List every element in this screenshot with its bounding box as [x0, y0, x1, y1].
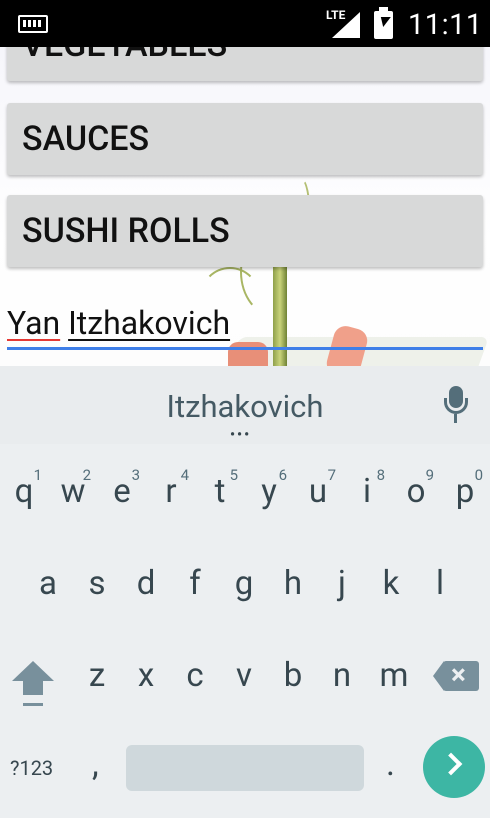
status-time: 11:11	[408, 8, 483, 42]
name-input-text: Yan Itzhakovich	[7, 304, 230, 342]
input-underline	[7, 347, 483, 350]
key-g[interactable]: g	[224, 564, 264, 603]
key-h[interactable]: h	[273, 564, 313, 603]
symbols-key[interactable]: ?123	[10, 756, 53, 780]
comma-key[interactable]: ,	[92, 744, 99, 784]
key-t[interactable]: t5	[200, 466, 240, 511]
key-m[interactable]: m	[371, 656, 417, 695]
key-n[interactable]: n	[322, 656, 362, 695]
microphone-icon[interactable]	[443, 386, 469, 426]
key-r[interactable]: r4	[151, 466, 191, 511]
key-v[interactable]: v	[224, 656, 264, 695]
key-o[interactable]: o9	[396, 466, 436, 511]
key-i[interactable]: i8	[347, 466, 387, 511]
suggestion-word[interactable]: Itzhakovich	[0, 388, 490, 425]
app-content: VEGETABLES SAUCES SUSHI ROLLS Yan Itzhak…	[0, 47, 490, 366]
key-u[interactable]: u7	[298, 466, 338, 511]
soft-keyboard: Itzhakovich ••• q1 w2 e3 r4 t5 y6 u7 i8 …	[0, 366, 490, 818]
input-word-composing: Itzhakovich	[68, 304, 231, 342]
key-x[interactable]: x	[126, 656, 166, 695]
period-key[interactable]: .	[386, 744, 395, 784]
category-button-sauces[interactable]: SAUCES	[7, 103, 483, 175]
key-p[interactable]: p0	[445, 466, 485, 511]
key-f[interactable]: f	[175, 564, 215, 603]
key-d[interactable]: d	[126, 564, 166, 603]
key-q[interactable]: q1	[4, 466, 44, 511]
name-input[interactable]: Yan Itzhakovich	[7, 300, 483, 354]
keyboard-icon	[18, 15, 48, 33]
backspace-icon[interactable]: ×	[433, 658, 479, 691]
suggestion-strip: Itzhakovich •••	[0, 366, 490, 444]
next-button[interactable]	[423, 736, 485, 798]
key-l[interactable]: l	[420, 564, 460, 603]
key-z[interactable]: z	[77, 656, 117, 695]
category-button-vegetables[interactable]: VEGETABLES	[7, 47, 483, 81]
key-c[interactable]: c	[175, 656, 215, 695]
chevron-right-icon	[439, 752, 463, 776]
key-a[interactable]: a	[28, 564, 68, 603]
key-e[interactable]: e3	[102, 466, 142, 511]
battery-charging-icon	[374, 7, 393, 39]
key-b[interactable]: b	[273, 656, 313, 695]
key-y[interactable]: y6	[249, 466, 289, 511]
key-k[interactable]: k	[371, 564, 411, 603]
status-bar: LTE 11:11	[0, 0, 490, 47]
space-bar[interactable]	[126, 745, 364, 791]
key-j[interactable]: j	[322, 564, 362, 603]
key-s[interactable]: s	[77, 564, 117, 603]
shift-icon[interactable]	[12, 661, 54, 709]
category-button-sushi-rolls[interactable]: SUSHI ROLLS	[7, 195, 483, 267]
key-w[interactable]: w2	[53, 466, 93, 511]
signal-icon	[332, 12, 360, 38]
input-word-misspelled: Yan	[7, 304, 61, 342]
more-suggestions-icon[interactable]: •••	[230, 428, 251, 442]
